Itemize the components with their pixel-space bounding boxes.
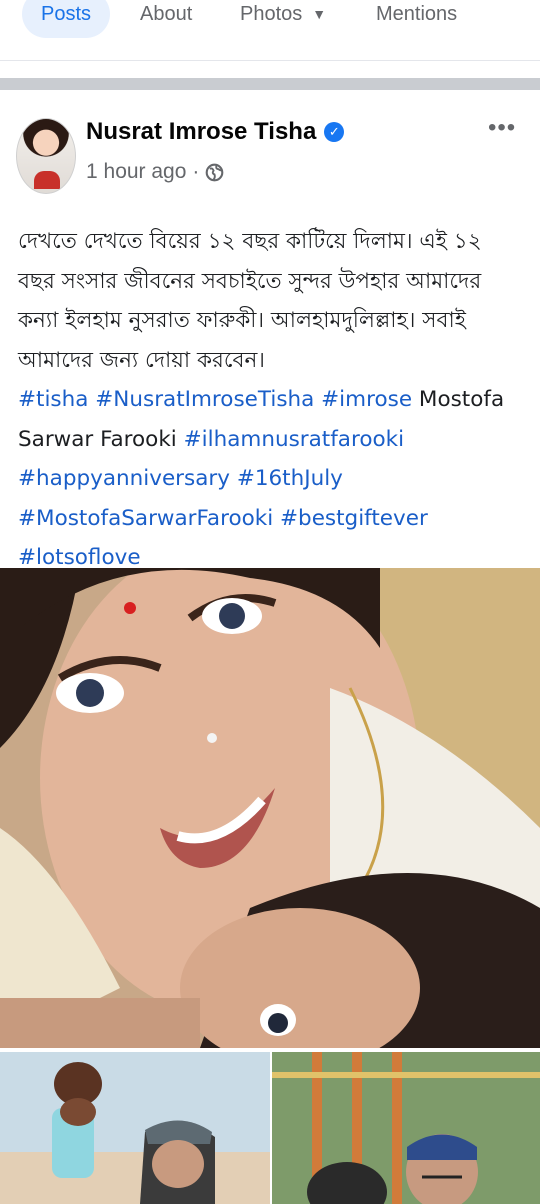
profile-tab-bar: Posts About Photos ▼ Mentions xyxy=(0,0,540,61)
tab-photos[interactable]: Photos ▼ xyxy=(240,0,326,38)
post-photo-main[interactable] xyxy=(0,568,540,1048)
hashtag-line: #tisha #NusratImroseTisha #imrose Mostof… xyxy=(18,380,526,420)
post-text-line: আমাদের জন্য দোয়া করবেন। xyxy=(18,347,265,373)
mention-text[interactable]: Mostofa xyxy=(419,387,504,412)
post-author[interactable]: Nusrat Imrose Tisha ✓ xyxy=(86,118,345,146)
tab-posts[interactable]: Posts xyxy=(22,0,110,38)
tab-about[interactable]: About xyxy=(140,0,192,38)
author-name: Nusrat Imrose Tisha xyxy=(86,118,317,145)
more-options-icon[interactable]: ••• xyxy=(488,114,516,142)
globe-icon xyxy=(205,163,224,182)
post-text-line: দেখতে দেখতে বিয়ের ১২ বছর কাটিয়ে দিলাম।… xyxy=(18,229,482,254)
post-meta: 1 hour ago · xyxy=(86,160,224,184)
hashtag-link[interactable]: #bestgiftever xyxy=(280,506,428,531)
hashtag-link[interactable]: #happyanniversary xyxy=(18,466,230,491)
hashtag-link[interactable]: #NusratImroseTisha xyxy=(95,387,314,412)
hashtag-link[interactable]: #imrose xyxy=(321,387,412,412)
chevron-down-icon: ▼ xyxy=(312,6,327,22)
verified-badge-icon: ✓ xyxy=(324,122,345,142)
post-time[interactable]: 1 hour ago xyxy=(86,160,186,184)
tab-photos-label: Photos xyxy=(240,2,303,25)
author-avatar[interactable] xyxy=(16,118,76,194)
hashtag-link[interactable]: #tisha xyxy=(18,387,88,412)
hashtag-line: Sarwar Farooki #ilhamnusratfarooki xyxy=(18,420,526,460)
section-divider xyxy=(0,78,540,90)
mention-text[interactable]: Sarwar Farooki xyxy=(18,427,177,452)
hashtag-line: #happyanniversary #16thJuly xyxy=(18,459,526,499)
hashtag-link[interactable]: #MostofaSarwarFarooki xyxy=(18,506,273,531)
hashtag-link[interactable]: #16thJuly xyxy=(237,466,343,491)
meta-separator: · xyxy=(192,160,200,183)
post-text-line: বছর সংসার জীবনের সবচাইতে সুন্দর উপহার আম… xyxy=(18,268,482,294)
tab-mentions[interactable]: Mentions xyxy=(376,0,457,38)
post-text-line: কন্যা ইলহাম নুসরাত ফারুকী। আলহামদুলিল্লা… xyxy=(18,308,466,333)
hashtag-line: #MostofaSarwarFarooki #bestgiftever #lot… xyxy=(18,499,526,578)
post-photo-3[interactable] xyxy=(272,1052,540,1204)
hashtag-link[interactable]: #lotsoflove xyxy=(18,545,141,570)
hashtag-link[interactable]: #ilhamnusratfarooki xyxy=(184,427,404,452)
post-photo-2[interactable] xyxy=(0,1052,270,1204)
post-text: দেখতে দেখতে বিয়ের ১২ বছর কাটিয়ে দিলাম।… xyxy=(18,222,526,578)
